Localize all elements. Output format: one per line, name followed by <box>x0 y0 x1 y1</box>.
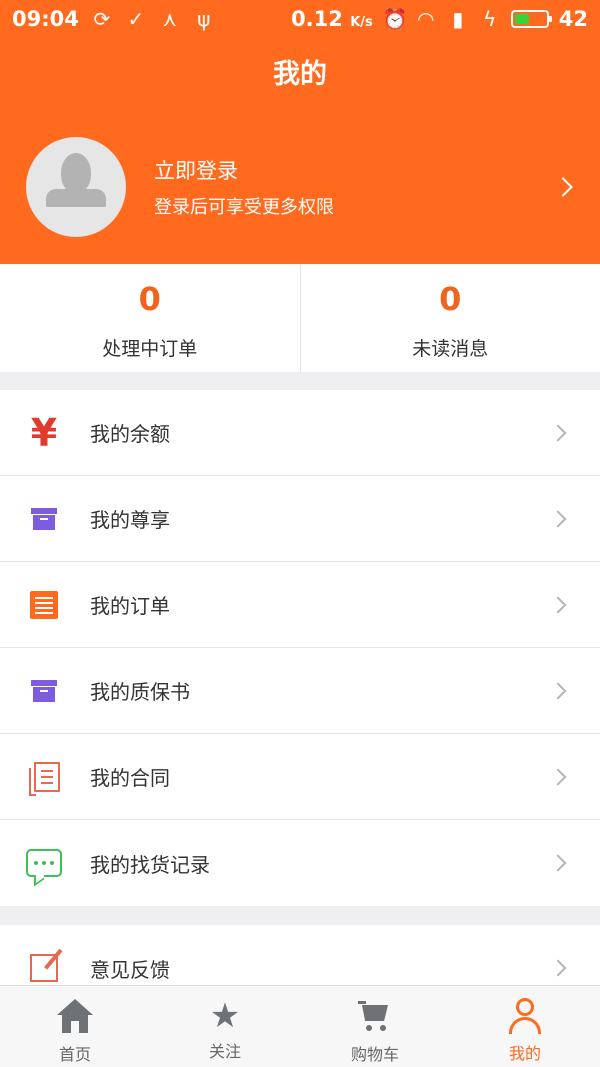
status-bar: 09:04 ⟳ ✓ ⋏ ψ 0.12 K/s ⏰ ◠ ▮ ϟ 42 <box>0 0 600 38</box>
menu-item-warranty[interactable]: 我的质保书 <box>0 648 600 734</box>
processing-orders-count: 0 <box>138 280 161 318</box>
tab-mine[interactable]: 我的 <box>450 986 600 1067</box>
chevron-right-icon <box>549 424 567 441</box>
menu-item-label: 意见反馈 <box>90 957 170 982</box>
avatar[interactable] <box>26 137 126 237</box>
user-icon <box>450 998 600 1038</box>
charging-icon: ϟ <box>483 7 497 31</box>
list-icon <box>24 585 64 625</box>
4g-signal-icon: ▮ <box>452 7 464 31</box>
chevron-right-icon <box>549 854 567 872</box>
profile-header: 我的 立即登录 登录后可享受更多权限 <box>0 38 600 264</box>
tab-label: 购物车 <box>350 1045 399 1064</box>
processing-orders-label: 处理中订单 <box>102 338 198 360</box>
login-title: 立即登录 <box>154 159 238 183</box>
avatar-placeholder-icon <box>61 153 91 193</box>
wifi-icon: ◠ <box>417 7 435 31</box>
tab-label: 我的 <box>508 1044 541 1063</box>
chevron-right-icon <box>549 959 567 977</box>
menu-item-label: 我的订单 <box>90 594 170 618</box>
tab-label: 关注 <box>208 1042 241 1061</box>
stats-panel: 0 处理中订单 0 未读消息 <box>0 264 600 372</box>
cart-icon <box>300 999 450 1039</box>
box-icon <box>24 671 64 711</box>
tab-favorites[interactable]: ★ 关注 <box>150 986 300 1067</box>
bottom-tab-bar: 首页 ★ 关注 购物车 我的 <box>0 985 600 1067</box>
box-icon <box>24 499 64 539</box>
login-subtitle: 登录后可享受更多权限 <box>154 197 334 218</box>
network-speed-value: 0.12 <box>291 7 343 31</box>
menu-item-orders[interactable]: 我的订单 <box>0 562 600 648</box>
network-speed-unit: K/s <box>350 15 373 30</box>
edit-icon <box>24 948 64 988</box>
share-icon: ⋏ <box>162 7 178 31</box>
menu-item-label: 我的质保书 <box>90 680 190 704</box>
battery-icon <box>510 10 552 28</box>
tab-cart[interactable]: 购物车 <box>300 986 450 1067</box>
login-text: 立即登录 登录后可享受更多权限 <box>154 155 334 219</box>
page-title: 我的 <box>273 59 327 90</box>
menu-item-label: 我的合同 <box>90 766 170 790</box>
contract-icon <box>24 757 64 797</box>
menu-item-label: 我的尊享 <box>90 508 170 532</box>
alarm-icon: ⏰ <box>382 7 408 31</box>
login-entry[interactable]: 立即登录 登录后可享受更多权限 <box>0 136 600 238</box>
chat-icon <box>24 843 64 883</box>
chevron-right-icon <box>549 596 567 613</box>
home-icon <box>0 999 150 1039</box>
tab-home[interactable]: 首页 <box>0 986 150 1067</box>
yen-icon: ¥ <box>30 410 58 455</box>
chevron-right-icon <box>549 768 567 785</box>
check-circle-icon: ✓ <box>127 7 145 31</box>
battery-level: 42 <box>558 7 588 31</box>
star-icon: ★ <box>209 996 241 1036</box>
sync-icon: ⟳ <box>93 7 111 31</box>
unread-messages-stat[interactable]: 0 未读消息 <box>299 264 600 372</box>
chevron-right-icon <box>553 177 573 197</box>
chevron-right-icon <box>549 510 567 527</box>
usb-icon: ψ <box>197 7 211 31</box>
network-speed: 0.12 K/s <box>291 7 373 31</box>
menu-group-account: ¥ 我的余额 我的尊享 我的订单 我的质保书 我的合同 我的找货记录 <box>0 390 600 906</box>
chevron-right-icon <box>549 682 567 699</box>
menu-item-contracts[interactable]: 我的合同 <box>0 734 600 820</box>
status-time: 09:04 <box>12 7 79 31</box>
menu-item-sourcing-history[interactable]: 我的找货记录 <box>0 820 600 906</box>
menu-item-vip[interactable]: 我的尊享 <box>0 476 600 562</box>
unread-messages-count: 0 <box>439 280 462 318</box>
tab-label: 首页 <box>58 1045 91 1064</box>
menu-item-balance[interactable]: ¥ 我的余额 <box>0 390 600 476</box>
processing-orders-stat[interactable]: 0 处理中订单 <box>0 264 300 372</box>
unread-messages-label: 未读消息 <box>412 338 489 360</box>
menu-item-label: 我的余额 <box>90 422 170 446</box>
menu-item-label: 我的找货记录 <box>90 852 210 877</box>
